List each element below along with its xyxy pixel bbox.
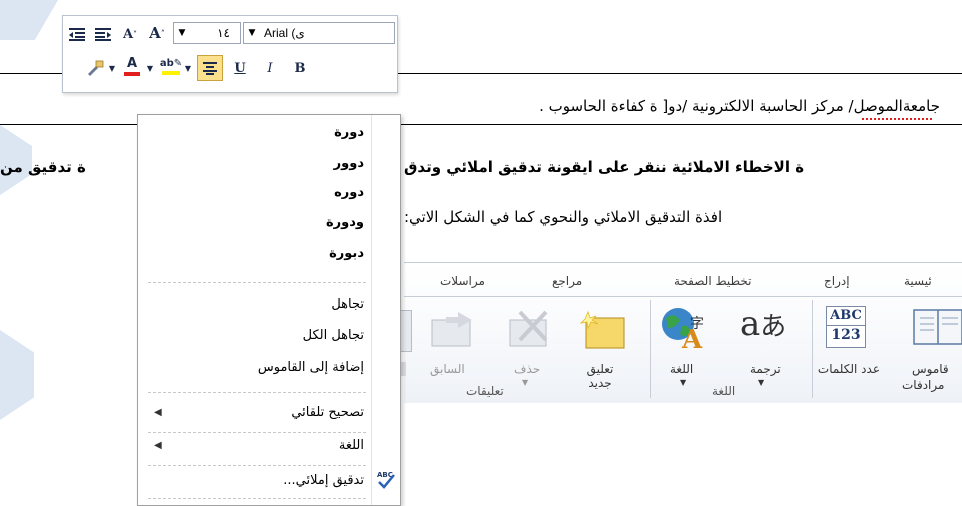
font-name-value: Arial (ى: [264, 26, 305, 40]
suggestion-item[interactable]: دورة: [334, 125, 364, 140]
menu-separator: [148, 282, 366, 283]
chevron-down-icon[interactable]: ▼: [183, 57, 193, 79]
menu-item-add-to-dictionary[interactable]: إضافة إلى القاموس: [258, 360, 364, 375]
underline-button[interactable]: U: [229, 57, 251, 79]
book-icon[interactable]: [908, 308, 962, 346]
chevron-down-icon[interactable]: ▼: [680, 378, 686, 387]
abc-text: ABC: [830, 308, 862, 323]
font-color-icon[interactable]: A: [121, 55, 143, 77]
spelling-check-icon: ABC: [376, 469, 396, 489]
language-button-label[interactable]: اللغة: [670, 362, 693, 376]
document-line-1[interactable]: جامعةالموصل/ مركز الحاسبة الالكترونية /د…: [539, 97, 940, 115]
increase-indent-icon[interactable]: [93, 23, 113, 45]
menu-separator: [148, 498, 366, 499]
tab-mailings[interactable]: مراسلات: [440, 274, 485, 288]
mini-toolbar: A ˅ A ˄ ▼ ١٤ ▼ Arial (ى ▼ A ▼ ab✎ ▼ U I B: [62, 15, 398, 93]
grow-font-icon[interactable]: A ˄: [145, 22, 169, 44]
menu-item-ignore-all[interactable]: تجاهل الكل: [303, 328, 364, 343]
ribbon-tabs: ئيسية إدراج تخطيط الصفحة مراجع مراسلات: [404, 266, 962, 296]
menu-item-language[interactable]: اللغة: [339, 438, 364, 453]
chevron-down-icon: ▼: [248, 28, 256, 38]
num-text: 123: [827, 325, 865, 344]
document-line-2-right[interactable]: ة الاخطاء الاملائية ننقر على ايقونة تدقي…: [404, 158, 804, 176]
new-comment-button-label[interactable]: تعليق جديد: [578, 362, 622, 390]
dictionary-button-label[interactable]: قاموس: [912, 362, 949, 376]
tab-home[interactable]: ئيسية: [904, 274, 932, 288]
tab-insert[interactable]: إدراج: [824, 274, 850, 288]
format-painter-icon[interactable]: [83, 57, 107, 79]
center-align-icon[interactable]: [197, 55, 223, 81]
new-comment-icon[interactable]: [579, 310, 626, 350]
word-count-button-label[interactable]: عدد الكلمات: [818, 362, 880, 376]
group-divider: [650, 300, 651, 398]
suggestion-item[interactable]: ودورة: [326, 215, 364, 230]
svg-text:字: 字: [690, 316, 704, 332]
menu-item-autocorrect[interactable]: تصحيح تلقائي: [291, 405, 364, 420]
decrease-indent-icon[interactable]: [67, 23, 87, 45]
document-line-3[interactable]: افذة التدقيق الاملائي والنحوي كما في الش…: [404, 208, 722, 226]
chevron-down-icon: ▼: [178, 28, 186, 38]
chevron-down-icon[interactable]: ▼: [758, 378, 764, 387]
chevron-down-icon[interactable]: ▼: [107, 57, 117, 79]
translate-button-label[interactable]: ترجمة: [750, 362, 781, 376]
tab-page-layout[interactable]: تخطيط الصفحة: [674, 274, 751, 288]
highlight-icon[interactable]: ab✎: [159, 55, 183, 77]
shrink-font-icon[interactable]: A ˅: [119, 23, 141, 45]
previous-button-label[interactable]: السابق: [430, 362, 465, 376]
font-size-combo[interactable]: ▼ ١٤: [173, 22, 241, 44]
watermark-shape-bottom: [0, 330, 34, 420]
suggestion-item[interactable]: دبورة: [329, 246, 364, 261]
chevron-down-icon[interactable]: ▼: [145, 57, 155, 79]
submenu-arrow-icon: ◀: [154, 407, 162, 418]
synonyms-button-label[interactable]: مرادفات: [902, 378, 944, 392]
menu-separator: [148, 465, 366, 466]
group-divider: [812, 300, 813, 398]
font-name-combo[interactable]: ▼ Arial (ى: [243, 22, 395, 44]
delete-button-label[interactable]: حذف: [514, 362, 540, 376]
italic-button[interactable]: I: [259, 57, 281, 79]
tab-references[interactable]: مراجع: [552, 274, 582, 288]
submenu-arrow-icon: ◀: [154, 440, 162, 451]
suggestion-item[interactable]: دوور: [334, 156, 364, 171]
previous-comment-icon[interactable]: [428, 310, 478, 350]
translate-icon[interactable]: aあ: [740, 304, 790, 348]
menu-gutter: [371, 115, 400, 505]
delete-comment-icon[interactable]: [506, 310, 552, 350]
spelling-context-menu: دورة دوور دوره ودورة دبورة تجاهل تجاهل ا…: [137, 114, 401, 506]
globe-icon[interactable]: A字: [660, 306, 706, 355]
document-line-2-left[interactable]: ة تدقيق من: [0, 158, 86, 176]
spelling-error-underline: [862, 116, 932, 120]
font-size-value: ١٤: [217, 26, 230, 40]
chevron-down-icon[interactable]: ▼: [522, 378, 528, 387]
menu-separator: [148, 432, 366, 433]
next-comment-icon[interactable]: [400, 310, 412, 352]
menu-item-spelling[interactable]: تدقيق إملائي...: [283, 473, 364, 488]
group-label-language: اللغة: [712, 384, 736, 398]
word-count-icon[interactable]: ABC 123: [826, 306, 866, 348]
watermark-shape-top: [0, 0, 58, 40]
menu-item-ignore[interactable]: تجاهل: [331, 297, 364, 312]
suggestion-item[interactable]: دوره: [334, 185, 364, 200]
group-label-comments: تعليقات: [466, 384, 504, 398]
bold-button[interactable]: B: [289, 57, 311, 79]
menu-separator: [148, 392, 366, 393]
